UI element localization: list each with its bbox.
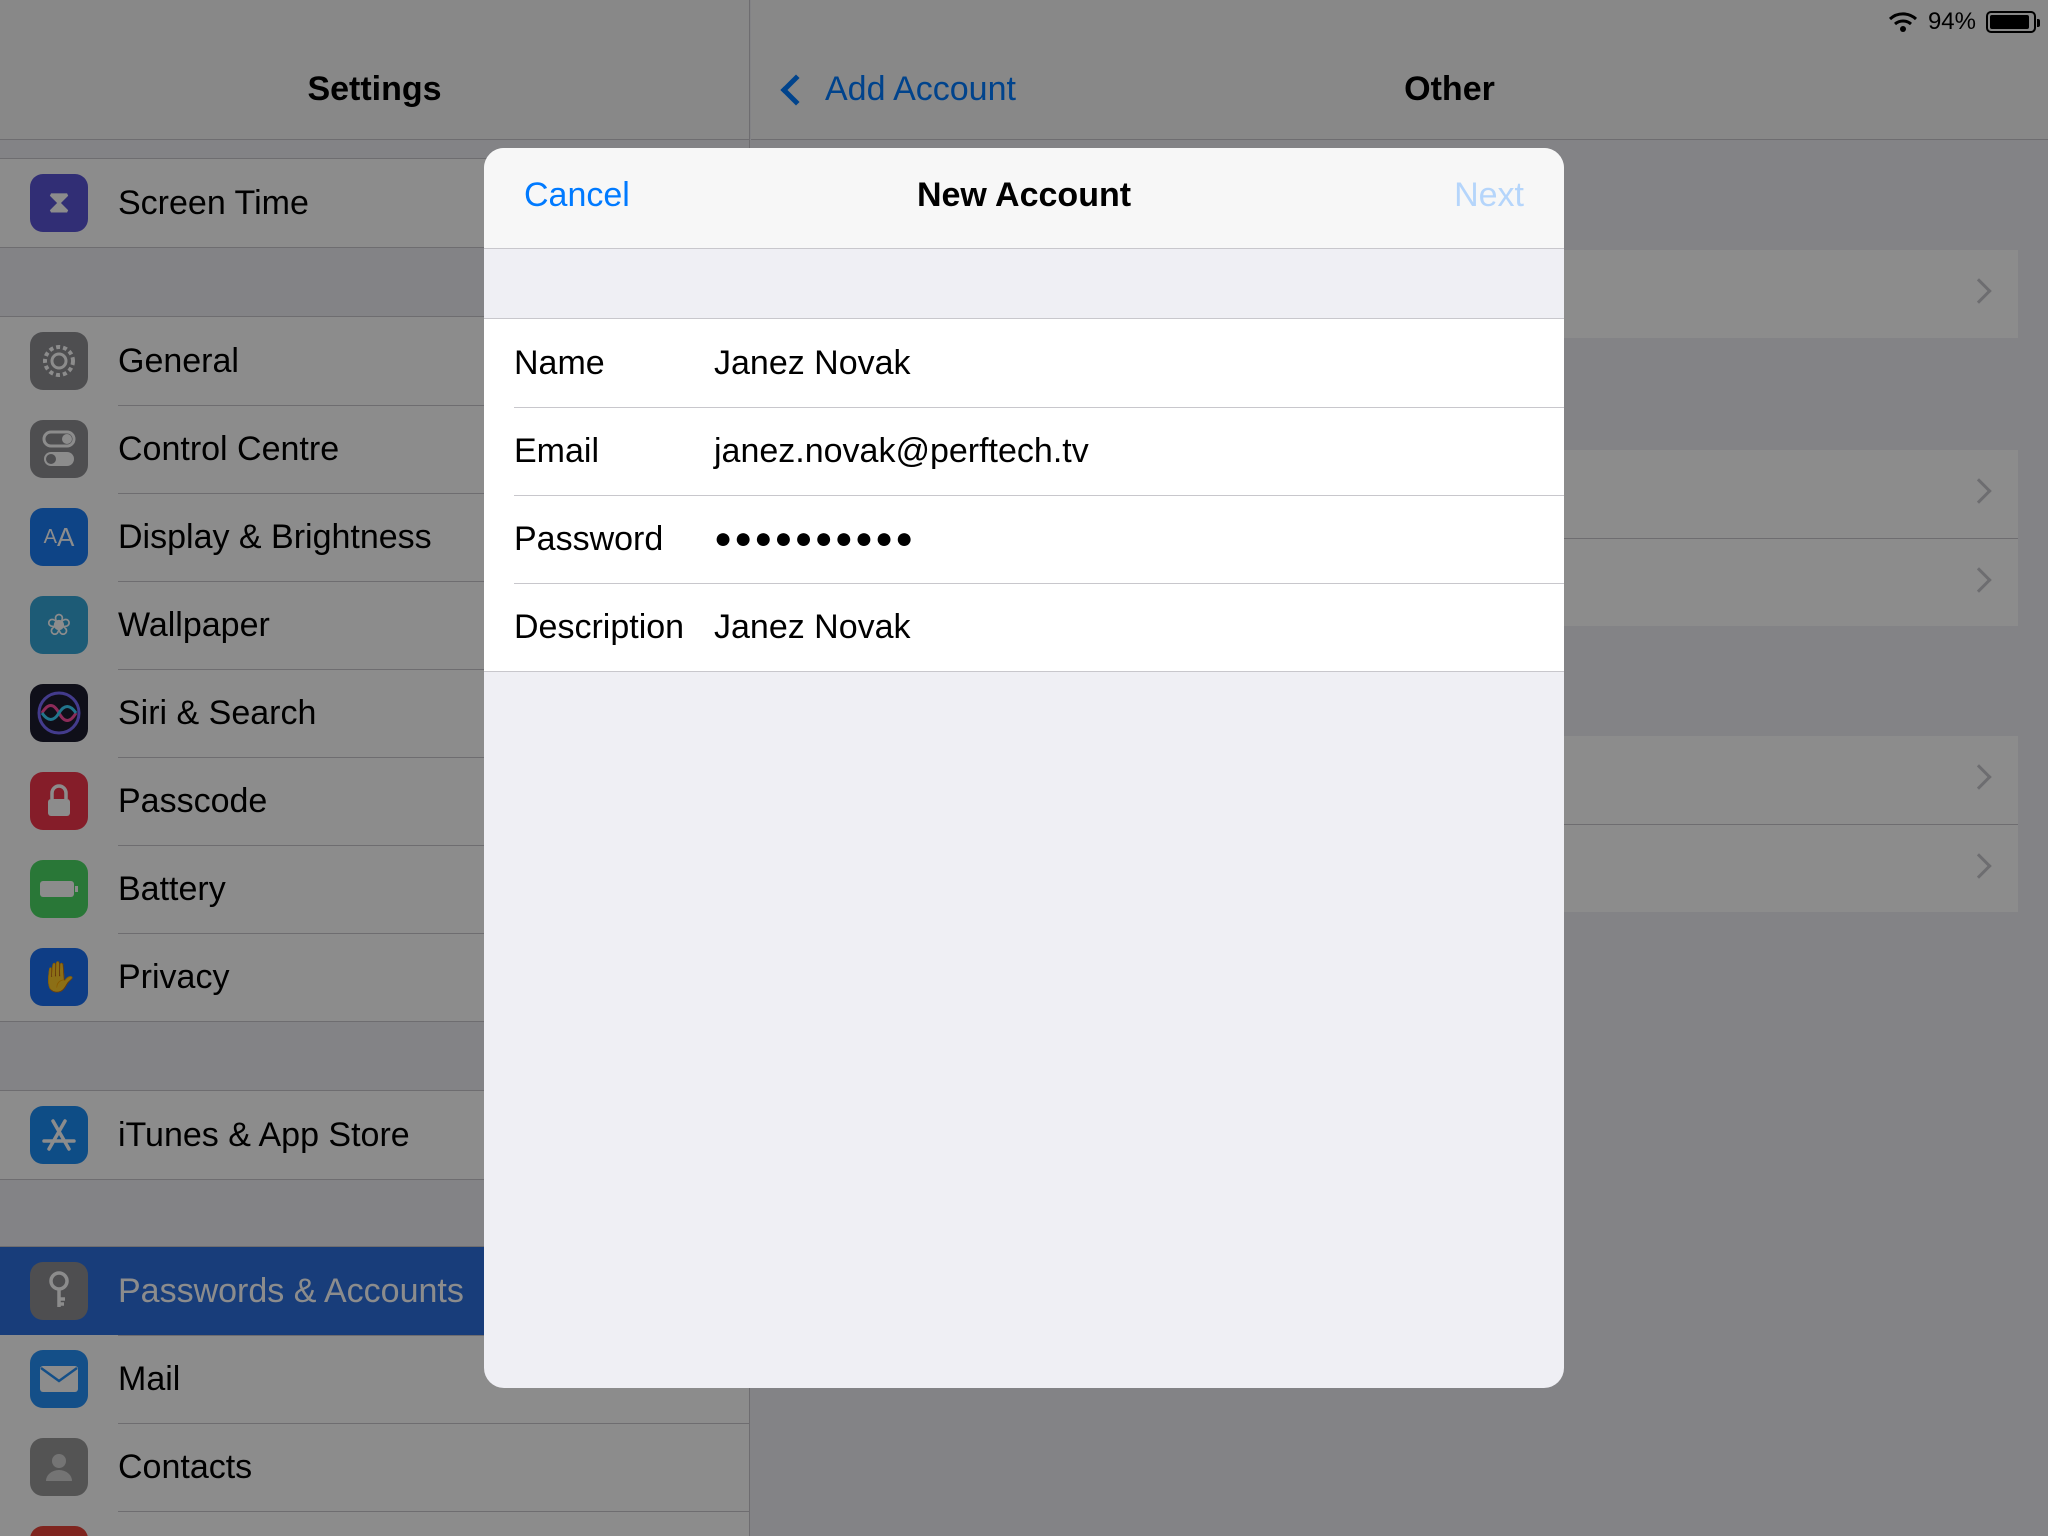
description-label: Description	[514, 607, 685, 646]
modal-header: Cancel New Account Next	[484, 148, 1564, 249]
battery-fill	[1990, 15, 2030, 29]
name-field[interactable]: Janez Novak	[714, 344, 911, 383]
new-account-modal: Cancel New Account Next Name Janez Novak…	[484, 148, 1564, 1388]
account-form: Name Janez Novak Email janez.novak@perft…	[484, 318, 1564, 672]
password-label: Password	[514, 519, 664, 558]
email-label: Email	[514, 431, 600, 470]
email-field-row[interactable]: Email janez.novak@perftech.tv	[484, 407, 1564, 495]
password-field-row[interactable]: Password ●●●●●●●●●●	[484, 495, 1564, 583]
status-bar: 94%	[1888, 6, 2040, 38]
email-field[interactable]: janez.novak@perftech.tv	[714, 432, 1089, 471]
password-field[interactable]: ●●●●●●●●●●	[714, 522, 915, 556]
description-field[interactable]: Janez Novak	[714, 608, 911, 647]
battery-status-icon	[1986, 11, 2040, 33]
modal-title: New Account	[916, 176, 1132, 214]
battery-percent: 94%	[1927, 8, 1976, 35]
wifi-icon	[1888, 12, 1917, 32]
description-field-row[interactable]: Description Janez Novak	[484, 583, 1564, 671]
name-field-row[interactable]: Name Janez Novak	[484, 319, 1564, 407]
name-label: Name	[514, 343, 605, 382]
next-button[interactable]: Next	[1454, 176, 1524, 215]
